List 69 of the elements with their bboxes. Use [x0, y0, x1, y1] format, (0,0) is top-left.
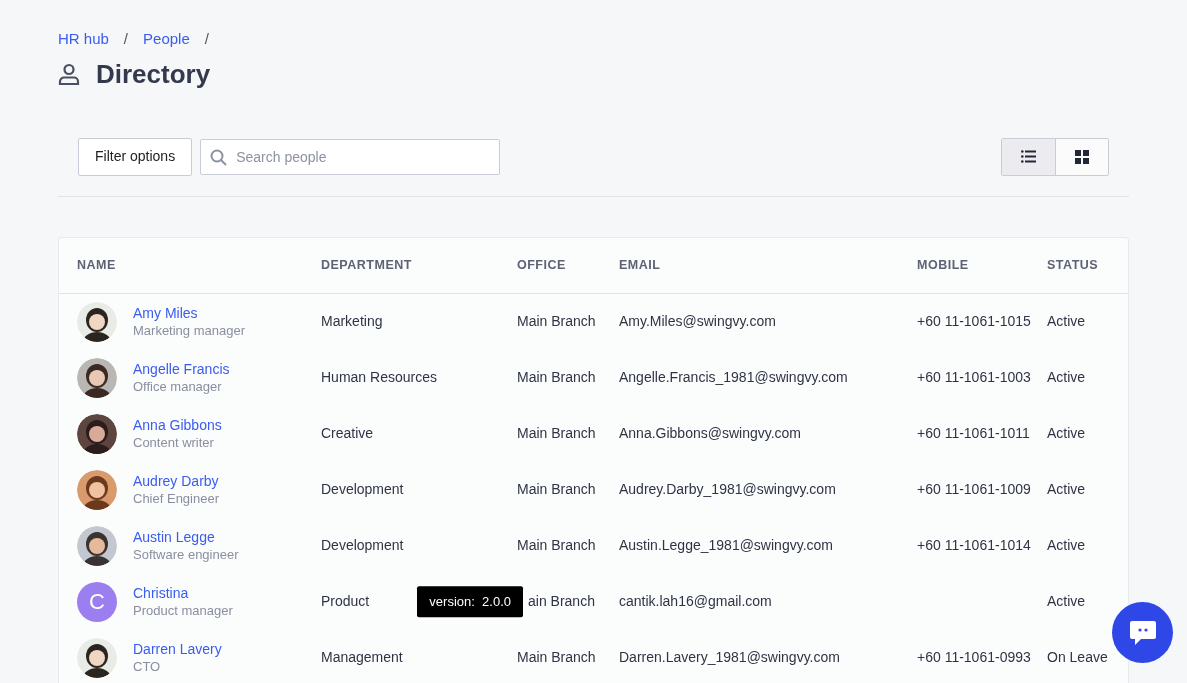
avatar: C [77, 581, 117, 622]
department-text: Product [321, 593, 370, 610]
job-title: Marketing manager [133, 321, 245, 340]
office-text: Main Branch [517, 649, 596, 666]
person-icon [58, 63, 80, 86]
person-name-link[interactable]: Christina [133, 583, 233, 602]
department-text: Marketing [321, 313, 383, 330]
breadcrumb-link[interactable]: HR hub [58, 28, 109, 51]
status-text: Active [1047, 425, 1086, 442]
grid-view-button[interactable] [1055, 138, 1108, 175]
version-tooltip: version: 2.0.0 [417, 585, 523, 618]
chat-icon [1128, 619, 1157, 646]
filter-button[interactable]: Filter options [78, 137, 193, 176]
email-text: Darren.Lavery_1981@swingvy.com [619, 649, 840, 666]
status-text: Active [1047, 313, 1086, 330]
department-text: Management [321, 649, 403, 666]
email-text: Audrey.Darby_1981@swingvy.com [619, 481, 836, 498]
office-text: ain Branch [527, 593, 595, 610]
person-name-link[interactable]: Anna Gibbons [133, 415, 222, 434]
office-text: Main Branch [517, 425, 596, 442]
job-title: Software engineer [133, 545, 239, 564]
column-header: STATUS [1047, 237, 1128, 294]
column-header: DEPARTMENT [321, 237, 517, 294]
column-header: MOBILE [917, 237, 1047, 294]
mobile-text: +60 11-1061-1015 [917, 313, 1031, 330]
search-field[interactable]: Search people [200, 138, 501, 175]
status-text: Active [1047, 369, 1086, 386]
grid-icon [1075, 149, 1089, 164]
list-icon [1021, 150, 1036, 164]
email-text: cantik.lah16@gmail.com [619, 593, 772, 610]
mobile-text: +60 11-1061-1003 [917, 369, 1031, 386]
status-text: On Leave [1047, 649, 1108, 666]
mobile-text: +60 11-1061-1011 [917, 425, 1030, 442]
job-title: Chief Engineer [133, 489, 219, 508]
mobile-text: +60 11-1061-1009 [917, 481, 1031, 498]
mobile-text: +60 11-1061-0993 [917, 649, 1031, 666]
breadcrumb-separator: / [123, 29, 129, 49]
status-text: Active [1047, 481, 1086, 498]
email-text: Angelle.Francis_1981@swingvy.com [619, 369, 848, 386]
person-name-link[interactable]: Audrey Darby [133, 471, 219, 490]
email-text: Austin.Legge_1981@swingvy.com [619, 537, 833, 554]
column-header: OFFICE [517, 237, 619, 294]
job-title: CTO [133, 657, 162, 676]
email-text: Anna.Gibbons@swingvy.com [619, 425, 802, 442]
person-name-link[interactable]: Darren Lavery [133, 639, 222, 658]
page-title: Directory [96, 58, 211, 90]
breadcrumb-separator: / [204, 29, 209, 49]
status-text: Active [1047, 593, 1086, 610]
mobile-text: +60 11-1061-1014 [917, 537, 1031, 554]
office-text: Main Branch [517, 313, 596, 330]
status-text: Active [1047, 537, 1086, 554]
office-text: Main Branch [517, 537, 596, 554]
list-view-button[interactable] [1002, 138, 1055, 175]
breadcrumb-link[interactable]: People [143, 28, 190, 51]
job-title: Office manager [133, 377, 223, 396]
column-header: NAME [59, 237, 321, 294]
department-text: Creative [321, 425, 374, 442]
office-text: Main Branch [517, 369, 596, 386]
department-text: Human Resources [321, 369, 437, 386]
job-title: Product manager [133, 601, 233, 620]
person-name-link[interactable]: Austin Legge [133, 527, 239, 546]
column-header: EMAIL [619, 237, 917, 294]
office-text: Main Branch [517, 481, 596, 498]
person-name-link[interactable]: Angelle Francis [133, 359, 230, 378]
department-text: Development [321, 481, 404, 498]
person-name-link[interactable]: Amy Miles [133, 303, 245, 322]
department-text: Development [321, 537, 404, 554]
job-title: Content writer [133, 433, 215, 452]
email-text: Amy.Miles@swingvy.com [619, 313, 776, 330]
